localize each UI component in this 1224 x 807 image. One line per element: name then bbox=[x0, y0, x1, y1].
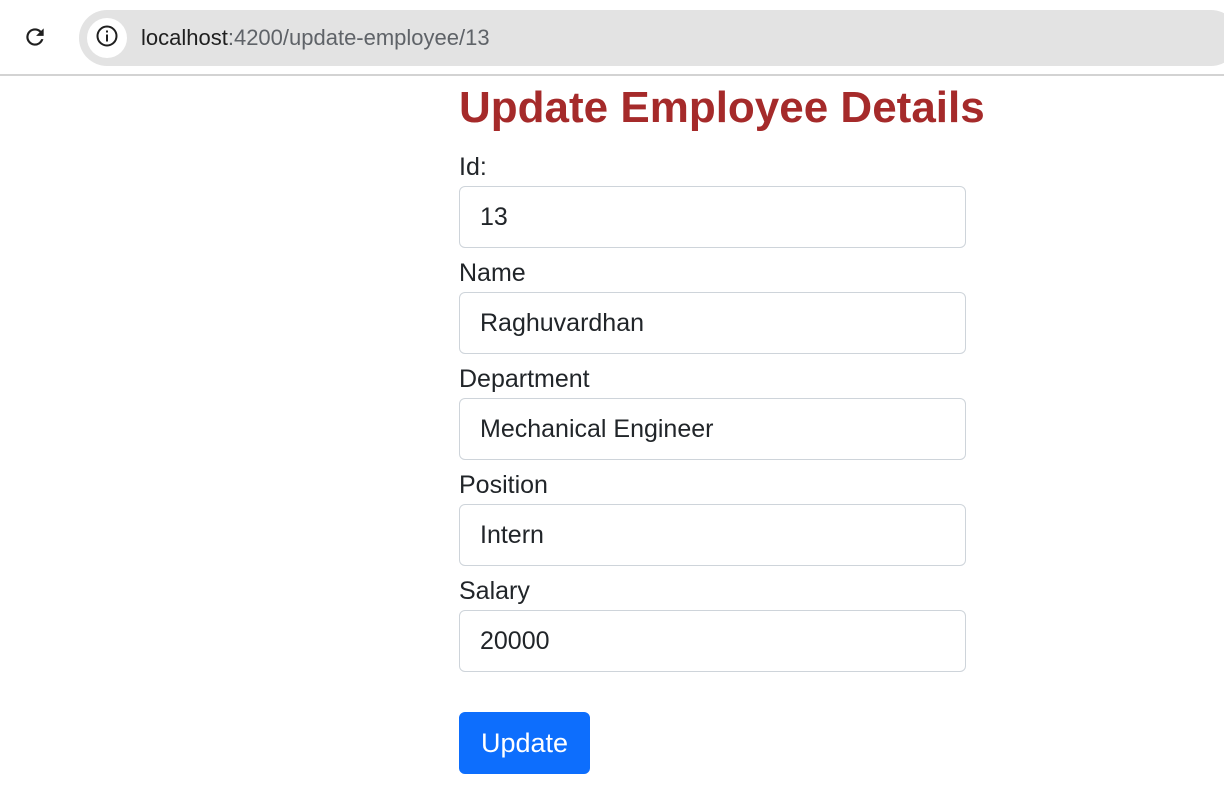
url-host: localhost bbox=[141, 25, 228, 50]
id-label: Id: bbox=[459, 153, 487, 181]
id-field-group: Id: bbox=[459, 152, 966, 248]
browser-toolbar: localhost:4200/update-employee/13 bbox=[0, 0, 1224, 76]
name-field-group: Name bbox=[459, 258, 966, 354]
reload-button[interactable] bbox=[18, 22, 52, 56]
name-label: Name bbox=[459, 259, 526, 287]
department-input[interactable] bbox=[459, 398, 966, 460]
url-path: :4200/update-employee/13 bbox=[227, 25, 490, 50]
site-info-button[interactable] bbox=[87, 18, 127, 58]
reload-icon bbox=[22, 24, 48, 55]
id-input[interactable] bbox=[459, 186, 966, 248]
name-input[interactable] bbox=[459, 292, 966, 354]
department-field-group: Department bbox=[459, 364, 966, 460]
position-input[interactable] bbox=[459, 504, 966, 566]
salary-label: Salary bbox=[459, 577, 530, 605]
url-text[interactable]: localhost:4200/update-employee/13 bbox=[141, 10, 490, 66]
position-label: Position bbox=[459, 471, 548, 499]
update-employee-form: Update Employee Details Id: Name Departm… bbox=[459, 80, 985, 774]
department-label: Department bbox=[459, 365, 590, 393]
address-bar[interactable]: localhost:4200/update-employee/13 bbox=[79, 10, 1224, 66]
salary-input[interactable] bbox=[459, 610, 966, 672]
update-button[interactable]: Update bbox=[459, 712, 591, 774]
info-icon bbox=[95, 24, 119, 53]
salary-field-group: Salary bbox=[459, 576, 966, 672]
page-title: Update Employee Details bbox=[459, 83, 985, 132]
position-field-group: Position bbox=[459, 470, 966, 566]
